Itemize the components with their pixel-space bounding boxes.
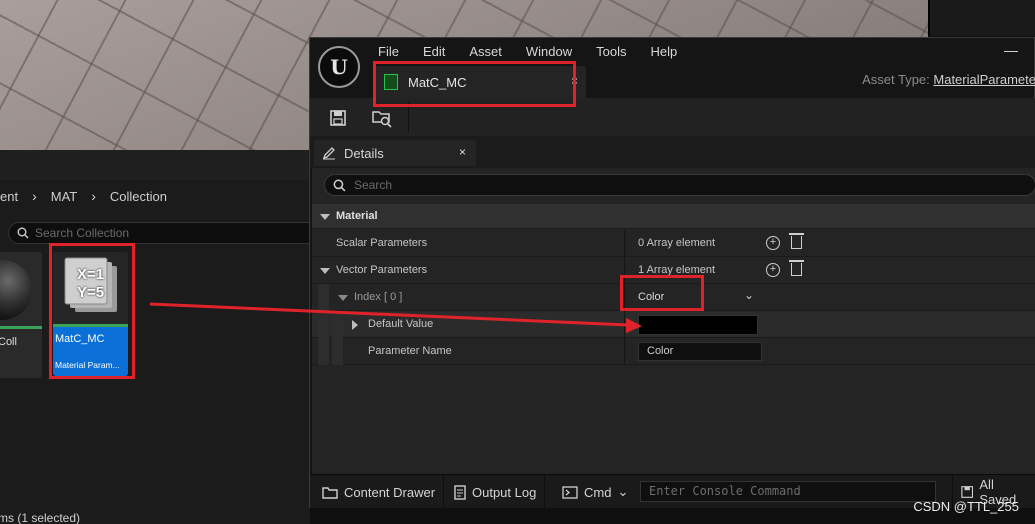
watermark: CSDN @TTL_255 (913, 499, 1019, 514)
screenshot-root: ent › MAT › Collection Search Collection… (0, 0, 1035, 524)
annotation-arrow (149, 302, 642, 333)
